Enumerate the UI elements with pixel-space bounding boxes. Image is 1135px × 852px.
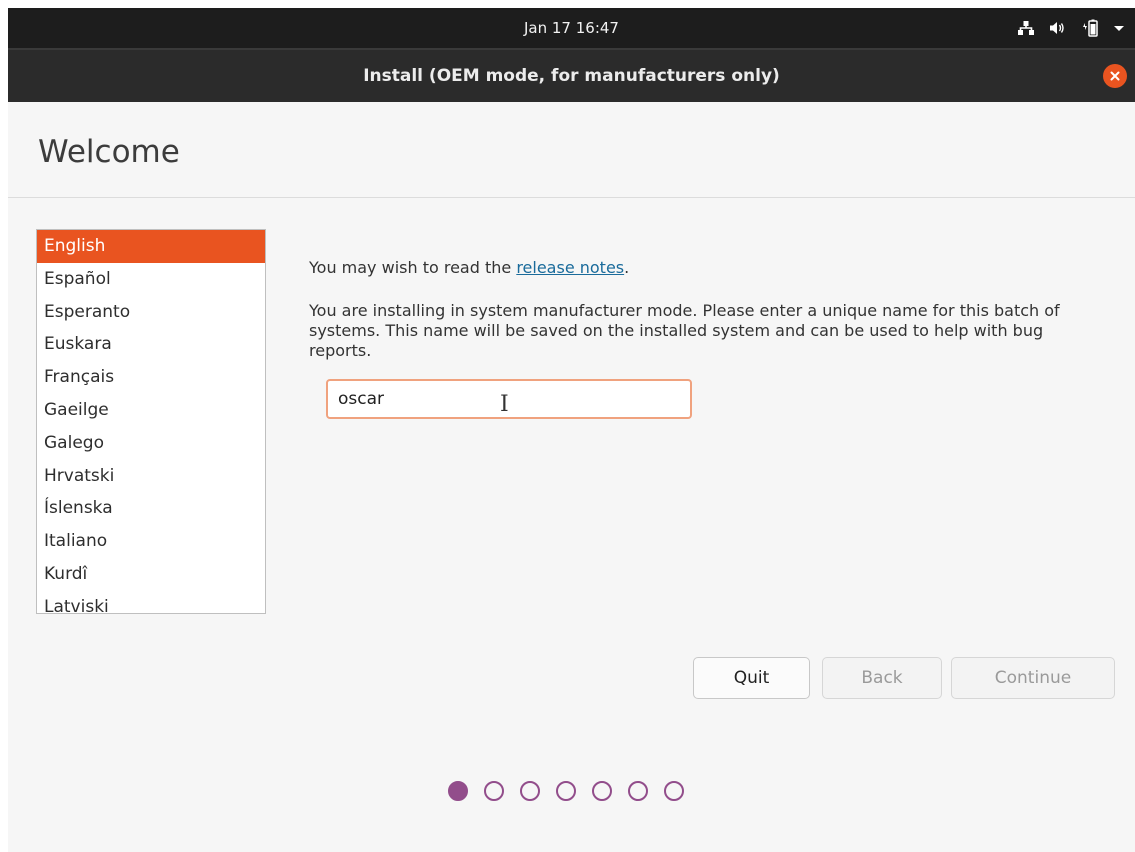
progress-indicator bbox=[448, 781, 684, 801]
window-title-bar: Install (OEM mode, for manufacturers onl… bbox=[8, 48, 1135, 102]
release-notes-link[interactable]: release notes bbox=[516, 258, 624, 277]
language-item[interactable]: Esperanto bbox=[37, 296, 265, 329]
battery-icon[interactable] bbox=[1081, 19, 1099, 37]
system-menu-chevron-icon[interactable] bbox=[1113, 23, 1125, 33]
release-notes-line: You may wish to read the release notes. bbox=[309, 258, 629, 277]
release-prefix: You may wish to read the bbox=[309, 258, 517, 277]
language-item[interactable]: Gaeilge bbox=[37, 394, 265, 427]
oem-description: You are installing in system manufacture… bbox=[309, 301, 1060, 360]
clock[interactable]: Jan 17 16:47 bbox=[8, 8, 1135, 48]
progress-dot bbox=[664, 781, 684, 801]
continue-button[interactable]: Continue bbox=[951, 657, 1115, 699]
language-item[interactable]: Français bbox=[37, 361, 265, 394]
language-item[interactable]: Íslenska bbox=[37, 492, 265, 525]
language-item[interactable]: Latviski bbox=[37, 591, 265, 613]
progress-dot bbox=[556, 781, 576, 801]
system-tray[interactable] bbox=[1017, 8, 1125, 48]
page-title: Welcome bbox=[38, 134, 180, 170]
language-list[interactable]: English Español Esperanto Euskara França… bbox=[36, 229, 266, 614]
screen: Jan 17 16:47 Install (OEM mode, for manu… bbox=[8, 8, 1135, 852]
language-item[interactable]: English bbox=[37, 230, 265, 263]
language-item[interactable]: Galego bbox=[37, 427, 265, 460]
language-item[interactable]: Kurdî bbox=[37, 558, 265, 591]
volume-icon[interactable] bbox=[1049, 20, 1067, 36]
back-button[interactable]: Back bbox=[822, 657, 942, 699]
network-icon[interactable] bbox=[1017, 20, 1035, 36]
release-suffix: . bbox=[624, 258, 630, 277]
language-item[interactable]: Hrvatski bbox=[37, 460, 265, 493]
progress-dot bbox=[484, 781, 504, 801]
progress-dot bbox=[448, 781, 468, 801]
quit-button[interactable]: Quit bbox=[693, 657, 810, 699]
window-title: Install (OEM mode, for manufacturers onl… bbox=[363, 66, 780, 86]
language-item[interactable]: Italiano bbox=[37, 525, 265, 558]
close-icon bbox=[1110, 71, 1120, 81]
page-header: Welcome bbox=[8, 102, 1135, 198]
close-button[interactable] bbox=[1103, 64, 1127, 88]
language-item[interactable]: Euskara bbox=[37, 328, 265, 361]
progress-dot bbox=[520, 781, 540, 801]
language-item[interactable]: Español bbox=[37, 263, 265, 296]
progress-dot bbox=[592, 781, 612, 801]
batch-name-input[interactable] bbox=[326, 379, 692, 419]
top-bar: Jan 17 16:47 bbox=[8, 8, 1135, 48]
progress-dot bbox=[628, 781, 648, 801]
